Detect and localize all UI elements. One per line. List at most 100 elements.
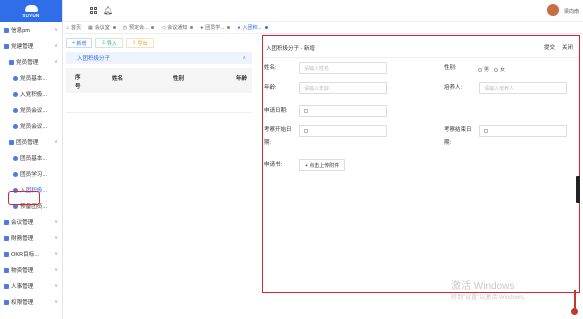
sidebar-item-label: 党员会议...: [20, 124, 48, 130]
sidebar-item[interactable]: 入团积极...: [0, 182, 62, 198]
sidebar-item[interactable]: 团员基本...: [0, 150, 62, 166]
sidebar-item[interactable]: 党员会议...: [0, 118, 62, 134]
user-icon: ●: [200, 24, 204, 31]
sidebar-item-label: 財務管理: [11, 236, 34, 242]
chevron-up-icon[interactable]: ∧: [54, 43, 58, 49]
sidebar-item[interactable]: 团员管理 ∧: [0, 134, 62, 150]
apply-date-input[interactable]: [299, 105, 387, 117]
sidebar-item[interactable]: 党员管理 ∧: [0, 54, 62, 70]
sidebar-item[interactable]: OKR目标... ∨: [0, 246, 62, 262]
close-button[interactable]: 关闭: [562, 43, 573, 51]
tab-home[interactable]: ⌂ 首页: [66, 24, 82, 32]
referrer-placeholder: 请输入培养人: [484, 85, 515, 92]
radio-circle-icon: [478, 67, 482, 72]
upload-button[interactable]: + 点击上传附件: [299, 159, 346, 171]
cloud-icon: [24, 4, 38, 12]
tab-meeting-room[interactable]: ▦ 会议室: [88, 24, 116, 31]
gender-male-radio[interactable]: 男: [478, 66, 489, 73]
top-bar: 🔔︎ 梁向南: [63, 0, 583, 22]
chevron-up-icon[interactable]: ∧: [242, 55, 246, 61]
folder-icon: [9, 139, 14, 145]
avatar[interactable]: [547, 4, 559, 16]
tab-label: 会议室: [94, 25, 110, 31]
tab-label: 首页: [71, 25, 82, 31]
add-form-panel: 入团积极分子 - 新增 提交 关闭 姓名: 请输入姓名 性别: 男 女 年龄: …: [262, 35, 580, 293]
sidebar-item-label: 党员管理: [16, 60, 39, 66]
close-dot-icon[interactable]: [264, 26, 268, 29]
sidebar-item[interactable]: 党员基本...: [0, 70, 62, 86]
sidebar-item-label: 党员会议...: [20, 108, 48, 114]
building-icon: ▦: [88, 24, 93, 31]
grid-icon[interactable]: [90, 7, 97, 14]
chevron-down-icon[interactable]: ∨: [54, 299, 58, 305]
sidebar-item[interactable]: 团员学习...: [0, 166, 62, 182]
user-icon: [4, 267, 9, 273]
side-handle[interactable]: [576, 176, 580, 203]
info-circle-icon: [13, 107, 18, 113]
chevron-down-icon[interactable]: ∨: [54, 235, 58, 241]
chevron-down-icon[interactable]: ∨: [54, 27, 58, 33]
gender-female-label: 女: [500, 67, 506, 73]
apply-date-label: 申请日期:: [264, 108, 288, 114]
tab-reserve-meeting[interactable]: ◷ 预定会...: [123, 24, 155, 31]
user-icon: [4, 43, 9, 49]
chevron-down-icon[interactable]: ∨: [54, 267, 58, 273]
submit-button[interactable]: 提交: [544, 43, 555, 51]
add-button[interactable]: + 新增: [66, 38, 93, 48]
close-dot-icon[interactable]: [227, 26, 231, 29]
close-dot-icon[interactable]: [190, 26, 194, 29]
info-circle-icon: [13, 155, 18, 161]
section-title-text: 入团积极分子: [77, 56, 111, 62]
close-dot-icon[interactable]: [151, 26, 155, 29]
section-title[interactable]: 入团积极分子 ∧: [66, 52, 252, 64]
tab-meeting-notice[interactable]: ◁ 会议通知: [161, 24, 194, 31]
sidebar-item-label: OKR目标...: [11, 252, 39, 258]
name-input[interactable]: 请输入姓名: [299, 62, 387, 74]
sidebar-item-label: 会议管理: [11, 220, 34, 226]
export-button[interactable]: ⇧ 导出: [125, 38, 154, 48]
folder-icon: [9, 59, 14, 65]
user-icon: [4, 27, 9, 33]
app-logo[interactable]: SUYUN: [0, 0, 62, 22]
info-circle-icon: [13, 75, 18, 81]
sidebar-item-label: 入团积极...: [20, 188, 48, 194]
annotation-line: [574, 290, 576, 310]
chevron-up-icon[interactable]: ∧: [54, 59, 58, 65]
import-button[interactable]: ⇩ 导入: [95, 38, 123, 48]
review-start-label: 考察开始日: [264, 127, 292, 133]
speaker-icon: ◁: [161, 24, 166, 31]
chevron-down-icon[interactable]: ∨: [54, 283, 58, 289]
sidebar-item[interactable]: 党建管理 ∧: [0, 38, 62, 54]
windows-watermark-title: 激活 Windows: [451, 281, 515, 292]
age-input[interactable]: 请输入年龄: [299, 82, 387, 94]
sidebar-item[interactable]: 財務管理 ∨: [0, 230, 62, 246]
user-icon: [4, 283, 9, 289]
age-placeholder: 请输入年龄: [304, 85, 330, 92]
sidebar-item[interactable]: 会议管理 ∨: [0, 214, 62, 230]
bell-icon[interactable]: 🔔︎: [103, 6, 113, 15]
tab-league-study[interactable]: ● 团员学...: [200, 24, 231, 31]
chevron-down-icon[interactable]: ∨: [54, 219, 58, 225]
tab-league-activist[interactable]: ● 入团积...: [237, 24, 268, 31]
sidebar-item[interactable]: 入党积极...: [0, 86, 62, 102]
username[interactable]: 梁向南: [564, 8, 579, 15]
user-icon: [4, 219, 9, 225]
sidebar-menu: 信息pm ∨ 党建管理 ∧ 党员管理 ∧ 党员基本... 入党积极... 党员会议... 党员会议…: [0, 22, 62, 310]
sidebar-item[interactable]: 信息pm ∨: [0, 22, 62, 38]
sidebar-item-label: 党建管理: [11, 44, 34, 50]
sidebar-item[interactable]: 权限管理 ∨: [0, 294, 62, 310]
referrer-input[interactable]: 请输入培养人: [479, 82, 567, 94]
review-end-input[interactable]: [479, 125, 567, 137]
sidebar-item-label: 党员基本...: [20, 76, 48, 82]
sidebar-item[interactable]: 预备团员...: [0, 198, 62, 214]
gender-female-radio[interactable]: 女: [494, 66, 505, 73]
sidebar-item[interactable]: 物资管理 ∨: [0, 262, 62, 278]
sidebar-item[interactable]: 党员会议...: [0, 102, 62, 118]
tab-label: 团员学...: [205, 25, 225, 31]
review-start-input[interactable]: [299, 125, 387, 137]
export-label: 导出: [137, 40, 148, 47]
chevron-up-icon[interactable]: ∧: [54, 139, 58, 145]
close-dot-icon[interactable]: [112, 26, 116, 29]
chevron-down-icon[interactable]: ∨: [54, 251, 58, 257]
sidebar-item[interactable]: 人事管理 ∨: [0, 278, 62, 294]
